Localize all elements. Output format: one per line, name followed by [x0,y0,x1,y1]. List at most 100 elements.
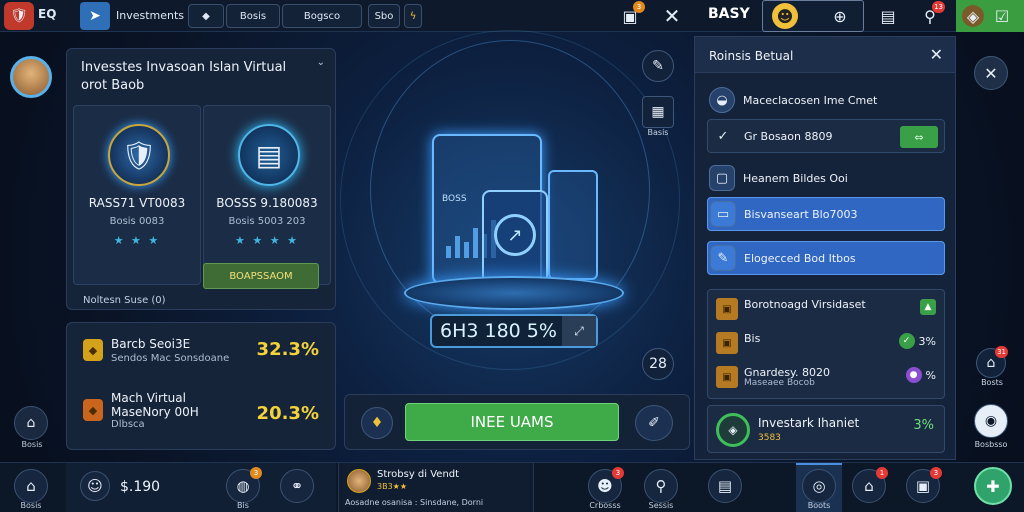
investment-sub: 3583 [758,433,781,443]
wallet-icon[interactable]: ▣ 3 [618,1,645,28]
grid-icon[interactable]: ⊕ [828,4,852,28]
asset-row[interactable]: ▣ Bis ✓ 3% [714,328,940,358]
stat-sub: Sendos Mac Sonsdoane [111,353,230,364]
add-icon[interactable]: ✚ [974,467,1012,505]
shield-badge-icon[interactable]: ♦ [361,407,393,439]
tab-bosis[interactable]: Bosis [226,4,280,28]
card-stars: ★ ★ ★ ★ [235,234,299,247]
asset-sub: Maseaee Bocob [744,378,815,388]
arrow-icon[interactable]: ⤢ [562,316,596,346]
investment-summary[interactable]: ◈ Investark Ihaniet 3583 3% [707,405,945,453]
avatar[interactable] [10,56,52,98]
tablet-label: BOSS [442,194,467,204]
message-icon[interactable]: ▣ 3 [906,467,942,503]
wallet-icon: ▢ [709,165,735,191]
detail-item[interactable]: ▢ Heanem Bildes Ooi [707,161,945,195]
home-label: Bosis [20,501,42,510]
card-sub: Bosis 5003 203 [228,216,306,227]
asset-value: ✓ 3% [898,333,936,349]
stat-title: Barcb Seoi3E [111,337,191,351]
detail-item[interactable]: ▭ Bisvanseart Blo7003 [707,197,945,231]
asset-value-text: 3% [918,334,936,348]
panel-title: Invesstes Invasoan Islan Virtual orot Ba… [81,60,287,93]
check-circle-icon: ✓ [898,333,915,349]
clipboard-icon[interactable]: ▤ [708,469,742,503]
stat-row[interactable]: ◆ Mach Virtual MaseNory 00H Dlbsca 20.3% [81,385,327,435]
app-root: 🛡 EQ ➤ Investments ◆ Bosis Bogsco Sbo ϟ … [0,0,1024,512]
search-icon[interactable]: ⚲ [644,469,678,503]
bag-icon[interactable]: ◍ 3 [226,467,262,503]
gift-icon[interactable]: ⌂ 1 [852,467,888,503]
home-label: Bosis [21,440,43,449]
search-icon[interactable]: ⚲ 13 [918,1,945,28]
emoji-icon[interactable]: ☻ [772,3,798,29]
bag-label: Bis [237,501,249,510]
note-icon[interactable]: ▤ [876,4,900,28]
bottom-bar: ⌂ Bosis ☺ $.190 ◍ 3 Bis ⚭ Strobsy di Vend… [0,462,1024,512]
target-icon[interactable]: ◎ [802,469,836,503]
medal-badge-icon: ▤ [238,124,300,186]
chat-label: Crbosss [589,501,621,510]
investment-card-2[interactable]: ▤ BOSSS 9.180083 Bosis 5003 203 ★ ★ ★ ★ [203,105,331,285]
eq-label[interactable]: EQ [38,7,56,21]
document-label: Basis [647,128,669,137]
asset-title: Bis [744,332,761,345]
close-icon[interactable]: ✕ [660,4,684,28]
asset-row[interactable]: ▣ Borotnoagd Virsidaset ▲ [714,294,940,324]
detail-item[interactable]: ✎ Elogecced Bod Itbos [707,241,945,275]
user-icon[interactable]: ☺ [80,471,110,501]
investment-value: 3% [913,418,934,433]
check-icon[interactable]: ☑ [990,4,1014,28]
tab-sbo[interactable]: Sbo [368,4,400,28]
purple-dot-icon: ● [905,367,922,383]
invest-action-button[interactable]: BOAPSSAOM [203,263,319,289]
stat-value: 20.3% [256,403,319,424]
card-name: BOSSS 9.180083 [216,196,318,210]
item-label: Maceclacosen Ime Cmet [743,93,878,107]
asset-row[interactable]: ▣ Gnardesy. 8020 Maseaee Bocob ●% [714,362,940,392]
close-icon[interactable]: ✕ [930,45,943,64]
card-icon: ▭ [710,201,736,227]
asset-box: ▣ Borotnoagd Virsidaset ▲ ▣ Bis ✓ 3% ▣ Gn… [707,289,945,399]
balance-value: $.190 [120,479,161,495]
shield-icon[interactable]: ◈ [962,5,984,27]
home-icon[interactable]: ⌂ [14,469,48,503]
crate-icon: ▣ [716,298,738,320]
document-icon[interactable]: ▦ [642,96,674,128]
asset-title: Borotnoagd Virsidaset [744,298,866,311]
primary-action-button[interactable]: INEE UAMS [405,403,619,441]
pen-icon[interactable]: ✐ [635,405,673,441]
gift-icon[interactable]: ⌂ 31 [976,346,1008,378]
feed-sub: 3B3★★ [377,482,408,491]
gift-label: Bosts [981,378,1003,387]
stat-row[interactable]: ◆ Barcb Seoi3E Sendos Mac Sonsdoane 32.3… [81,325,327,375]
chat-icon[interactable]: ☻ 3 [588,467,624,503]
item-label: Heanem Bildes Ooi [743,171,848,185]
app-logo[interactable]: 🛡 [4,2,34,30]
feed-detail: Aosadne osanisa : Sinsdane, Dorni [345,498,484,507]
home-icon[interactable]: ⌂ [14,406,48,440]
tab-bogsco[interactable]: Bogsco [282,4,362,28]
status-pill[interactable]: ⇔ [900,126,938,148]
growth-stat[interactable]: 6H3 180 5% ⤢ [430,314,598,348]
link-icon[interactable]: ⚭ [280,469,314,503]
send-icon[interactable]: ➤ [80,2,110,30]
chevron-icon[interactable]: ⌄ [317,57,325,68]
activity-feed[interactable]: Strobsy di Vendt 3B3★★ Aosadne osanisa :… [338,463,534,512]
feed-title: Strobsy di Vendt [377,469,460,480]
investment-title: Investark Ihaniet [758,416,860,430]
shield-ring-icon: ◈ [716,413,750,447]
record-icon[interactable]: ◉ [974,404,1008,438]
detail-item[interactable]: ◒ Maceclacosen Ime Cmet [707,83,945,117]
count-icon[interactable]: 28 [642,348,674,380]
medal-shield-icon: 🛡 [108,124,170,186]
action-bar: ♦ INEE UAMS ✐ [344,394,690,450]
shield-button[interactable]: ◆ [188,4,224,28]
investment-card-1[interactable]: 🛡 RASS71 VT0083 Bosis 0083 ★ ★ ★ [73,105,201,285]
tools-icon[interactable]: ✎ [642,50,674,82]
close-icon[interactable]: ✕ [974,56,1008,90]
brand-label: BASY [708,6,750,22]
bolt-icon[interactable]: ϟ [404,4,422,28]
top-bar: 🛡 EQ ➤ Investments ◆ Bosis Bogsco Sbo ϟ … [0,0,1024,32]
detail-item[interactable]: ✓ Gr Bosaon 8809 ⇔ [707,119,945,153]
